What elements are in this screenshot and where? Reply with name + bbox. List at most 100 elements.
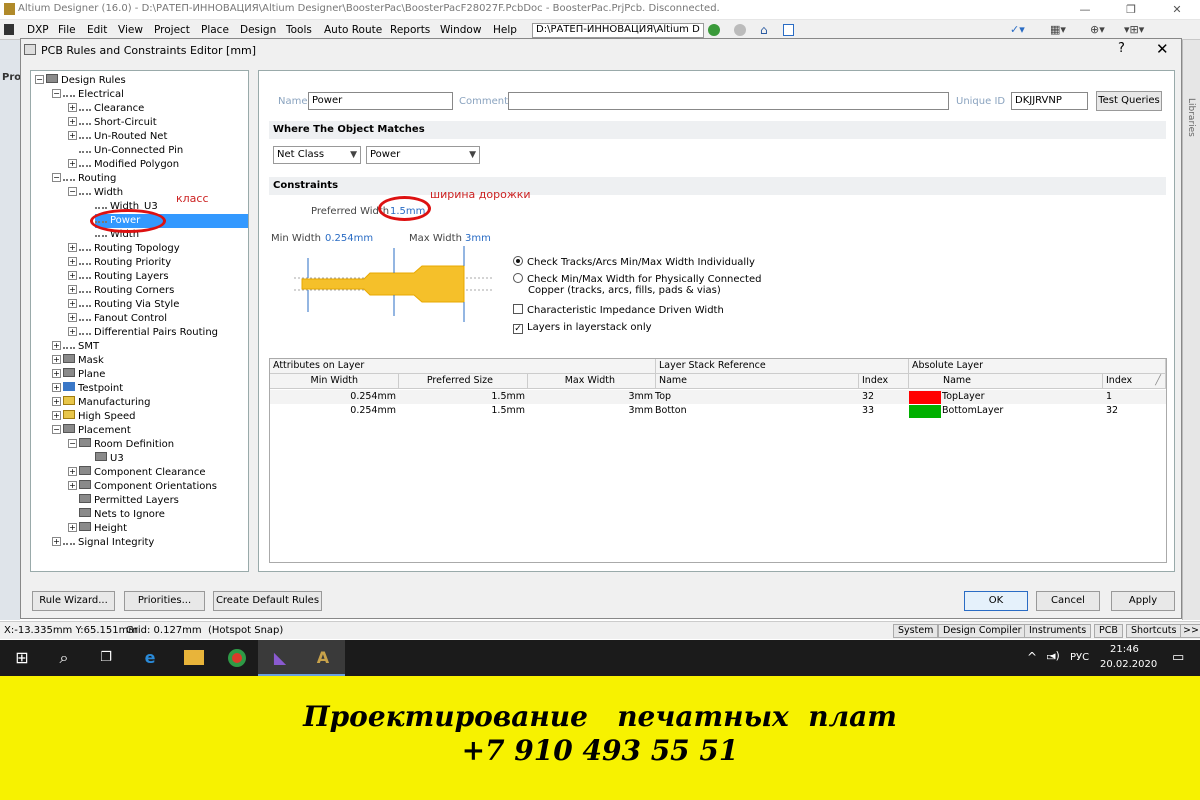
col-layer-name[interactable]: Name <box>656 374 859 389</box>
create-default-rules-button[interactable]: Create Default Rules <box>213 591 322 611</box>
toolbar-grid-icon[interactable]: ▦▾ <box>1050 23 1066 36</box>
test-queries-button[interactable]: Test Queries <box>1096 91 1162 111</box>
tree-item-manufacturing[interactable]: + Manufacturing <box>52 396 150 410</box>
match-type-combo[interactable]: Net Class ▼ <box>273 146 361 164</box>
panel-tab-more[interactable]: >> <box>1180 624 1200 638</box>
tree-item-room-definition[interactable]: − Room Definition <box>68 438 174 452</box>
tree-item-routing-layers[interactable]: + Routing Layers <box>68 270 169 284</box>
tree-item-fanout-control[interactable]: + Fanout Control <box>68 312 167 326</box>
file-explorer-icon[interactable] <box>172 640 216 676</box>
max-width-value[interactable]: 3mm <box>465 233 491 244</box>
tree-item-routing-topology[interactable]: + Routing Topology <box>68 242 180 256</box>
menu-project[interactable]: Project <box>154 24 190 36</box>
menu-help[interactable]: Help <box>493 24 517 36</box>
col-absolute-name[interactable]: Name <box>909 374 1103 389</box>
tree-item-un-routed-net[interactable]: + Un-Routed Net <box>68 130 167 144</box>
panel-tab-instruments[interactable]: Instruments <box>1024 624 1092 638</box>
col-min-width[interactable]: Min Width <box>270 374 399 389</box>
minimize-button[interactable]: — <box>1062 0 1108 20</box>
row-min-width[interactable]: 0.254mm <box>270 404 399 418</box>
tree-item-electrical[interactable]: − Electrical <box>52 88 124 102</box>
maximize-button[interactable]: ❐ <box>1108 0 1154 20</box>
keyboard-language[interactable]: РУС <box>1070 652 1089 663</box>
toolbar-pin-icon[interactable]: ⊕▾ <box>1090 23 1105 36</box>
back-icon[interactable] <box>734 24 746 36</box>
row-preferred-size[interactable]: 1.5mm <box>399 404 528 418</box>
document-icon[interactable] <box>783 24 794 36</box>
document-path-field[interactable]: D:\РАТЕП-ИННОВАЦИЯ\Altium D <box>532 23 704 38</box>
tree-item-high-speed[interactable]: + High Speed <box>52 410 136 424</box>
tree-item-permitted-layers[interactable]: Permitted Layers <box>79 494 179 508</box>
tree-item-routing-via-style[interactable]: + Routing Via Style <box>68 298 179 312</box>
projects-panel-label[interactable]: Pro <box>2 72 21 83</box>
panel-tab-design-compiler[interactable]: Design Compiler <box>938 624 1027 638</box>
task-view-icon[interactable]: ❐ <box>84 640 128 676</box>
tree-item-mask[interactable]: + Mask <box>52 354 104 368</box>
window-close-button[interactable]: ✕ <box>1154 0 1200 20</box>
ok-button[interactable]: OK <box>964 591 1028 611</box>
row-min-width[interactable]: 0.254mm <box>270 390 399 404</box>
menu-place[interactable]: Place <box>201 24 229 36</box>
rules-tree[interactable]: − Design Rules − Electrical + Clearance + Sh… <box>30 70 249 572</box>
libraries-tab[interactable]: Libraries <box>1186 98 1196 137</box>
search-icon[interactable]: ⌕ <box>42 640 86 676</box>
tree-item-signal-integrity[interactable]: + Signal Integrity <box>52 536 154 550</box>
toolbar-filter-icon[interactable]: ▾⊞▾ <box>1124 23 1144 36</box>
tree-item-nets-to-ignore[interactable]: Nets to Ignore <box>79 508 165 522</box>
edge-browser-icon[interactable]: e <box>128 640 172 676</box>
min-width-value[interactable]: 0.254mm <box>325 233 373 244</box>
tree-item-modified-polygon[interactable]: + Modified Polygon <box>68 158 179 172</box>
priorities-button[interactable]: Priorities... <box>124 591 205 611</box>
tree-item-short-circuit[interactable]: + Short-Circuit <box>68 116 157 130</box>
tray-volume-icon[interactable]: ◂) <box>1050 649 1060 662</box>
windows-start-icon[interactable]: ⊞ <box>0 640 44 676</box>
menu-window[interactable]: Window <box>440 24 481 36</box>
panel-tab-system[interactable]: System <box>893 624 939 638</box>
tree-item-width[interactable]: − Width <box>68 186 123 200</box>
col-preferred-size[interactable]: Preferred Size <box>399 374 528 389</box>
table-row[interactable]: 0.254mm 1.5mm 3mm Botton 33 BottomLayer … <box>270 404 1166 418</box>
tree-item-routing[interactable]: − Routing <box>52 172 116 186</box>
tray-chevron-icon[interactable]: ^ <box>1027 650 1037 664</box>
layer-width-grid[interactable]: Attributes on Layer Layer Stack Referenc… <box>269 358 1167 563</box>
rule-wizard-button[interactable]: Rule Wizard... <box>32 591 115 611</box>
menu-reports[interactable]: Reports <box>390 24 430 36</box>
impedance-driven-checkbox[interactable]: Characteristic Impedance Driven Width <box>513 304 724 316</box>
panel-tab-shortcuts[interactable]: Shortcuts <box>1126 624 1182 638</box>
menu-view[interactable]: View <box>118 24 143 36</box>
menu-auto-route[interactable]: Auto Route <box>324 24 382 36</box>
notifications-icon[interactable]: ▭ <box>1172 650 1184 665</box>
apply-button[interactable]: Apply <box>1111 591 1175 611</box>
toolbar-arrow-icon[interactable]: ✓▾ <box>1010 23 1025 36</box>
tree-item-placement[interactable]: − Placement <box>52 424 131 438</box>
net-class-combo[interactable]: Power ▼ <box>366 146 480 164</box>
tree-item-differential-pairs-routing[interactable]: + Differential Pairs Routing <box>68 326 218 340</box>
comment-input[interactable] <box>508 92 949 110</box>
altium-designer-icon[interactable]: A <box>301 640 345 676</box>
dialog-help-button[interactable]: ? <box>1118 41 1125 56</box>
clock-date[interactable]: 20.02.2020 <box>1100 659 1157 670</box>
table-row[interactable]: 0.254mm 1.5mm 3mm Top 32 TopLayer 1 <box>270 390 1166 404</box>
check-connected-option[interactable]: Check Min/Max Width for Physically Conne… <box>513 273 761 296</box>
tree-item-routing-priority[interactable]: + Routing Priority <box>68 256 171 270</box>
chrome-icon[interactable] <box>215 640 259 676</box>
check-individually-option[interactable]: Check Tracks/Arcs Min/Max Width Individu… <box>513 256 755 268</box>
menu-tools[interactable]: Tools <box>286 24 312 36</box>
row-max-width[interactable]: 3mm <box>528 404 656 418</box>
unique-id-input[interactable]: DKJJRVNP <box>1011 92 1088 110</box>
tree-item-component-orientations[interactable]: + Component Orientations <box>68 480 217 494</box>
col-max-width[interactable]: Max Width <box>528 374 656 389</box>
tree-item-plane[interactable]: + Plane <box>52 368 105 382</box>
col-absolute-index[interactable]: Index ╱ <box>1103 374 1166 389</box>
tree-item-clearance[interactable]: + Clearance <box>68 102 144 116</box>
tree-item-smt[interactable]: + SMT <box>52 340 99 354</box>
row-preferred-size[interactable]: 1.5mm <box>399 390 528 404</box>
visual-studio-icon[interactable]: ◣ <box>258 640 302 676</box>
menu-file[interactable]: File <box>58 24 76 36</box>
menu-design[interactable]: Design <box>240 24 276 36</box>
name-input[interactable]: Power <box>308 92 453 110</box>
tree-item-u3[interactable]: U3 <box>95 452 124 466</box>
dialog-close-button[interactable]: ✕ <box>1156 40 1169 58</box>
clock-time[interactable]: 21:46 <box>1110 644 1139 655</box>
col-layer-index[interactable]: Index <box>859 374 909 389</box>
